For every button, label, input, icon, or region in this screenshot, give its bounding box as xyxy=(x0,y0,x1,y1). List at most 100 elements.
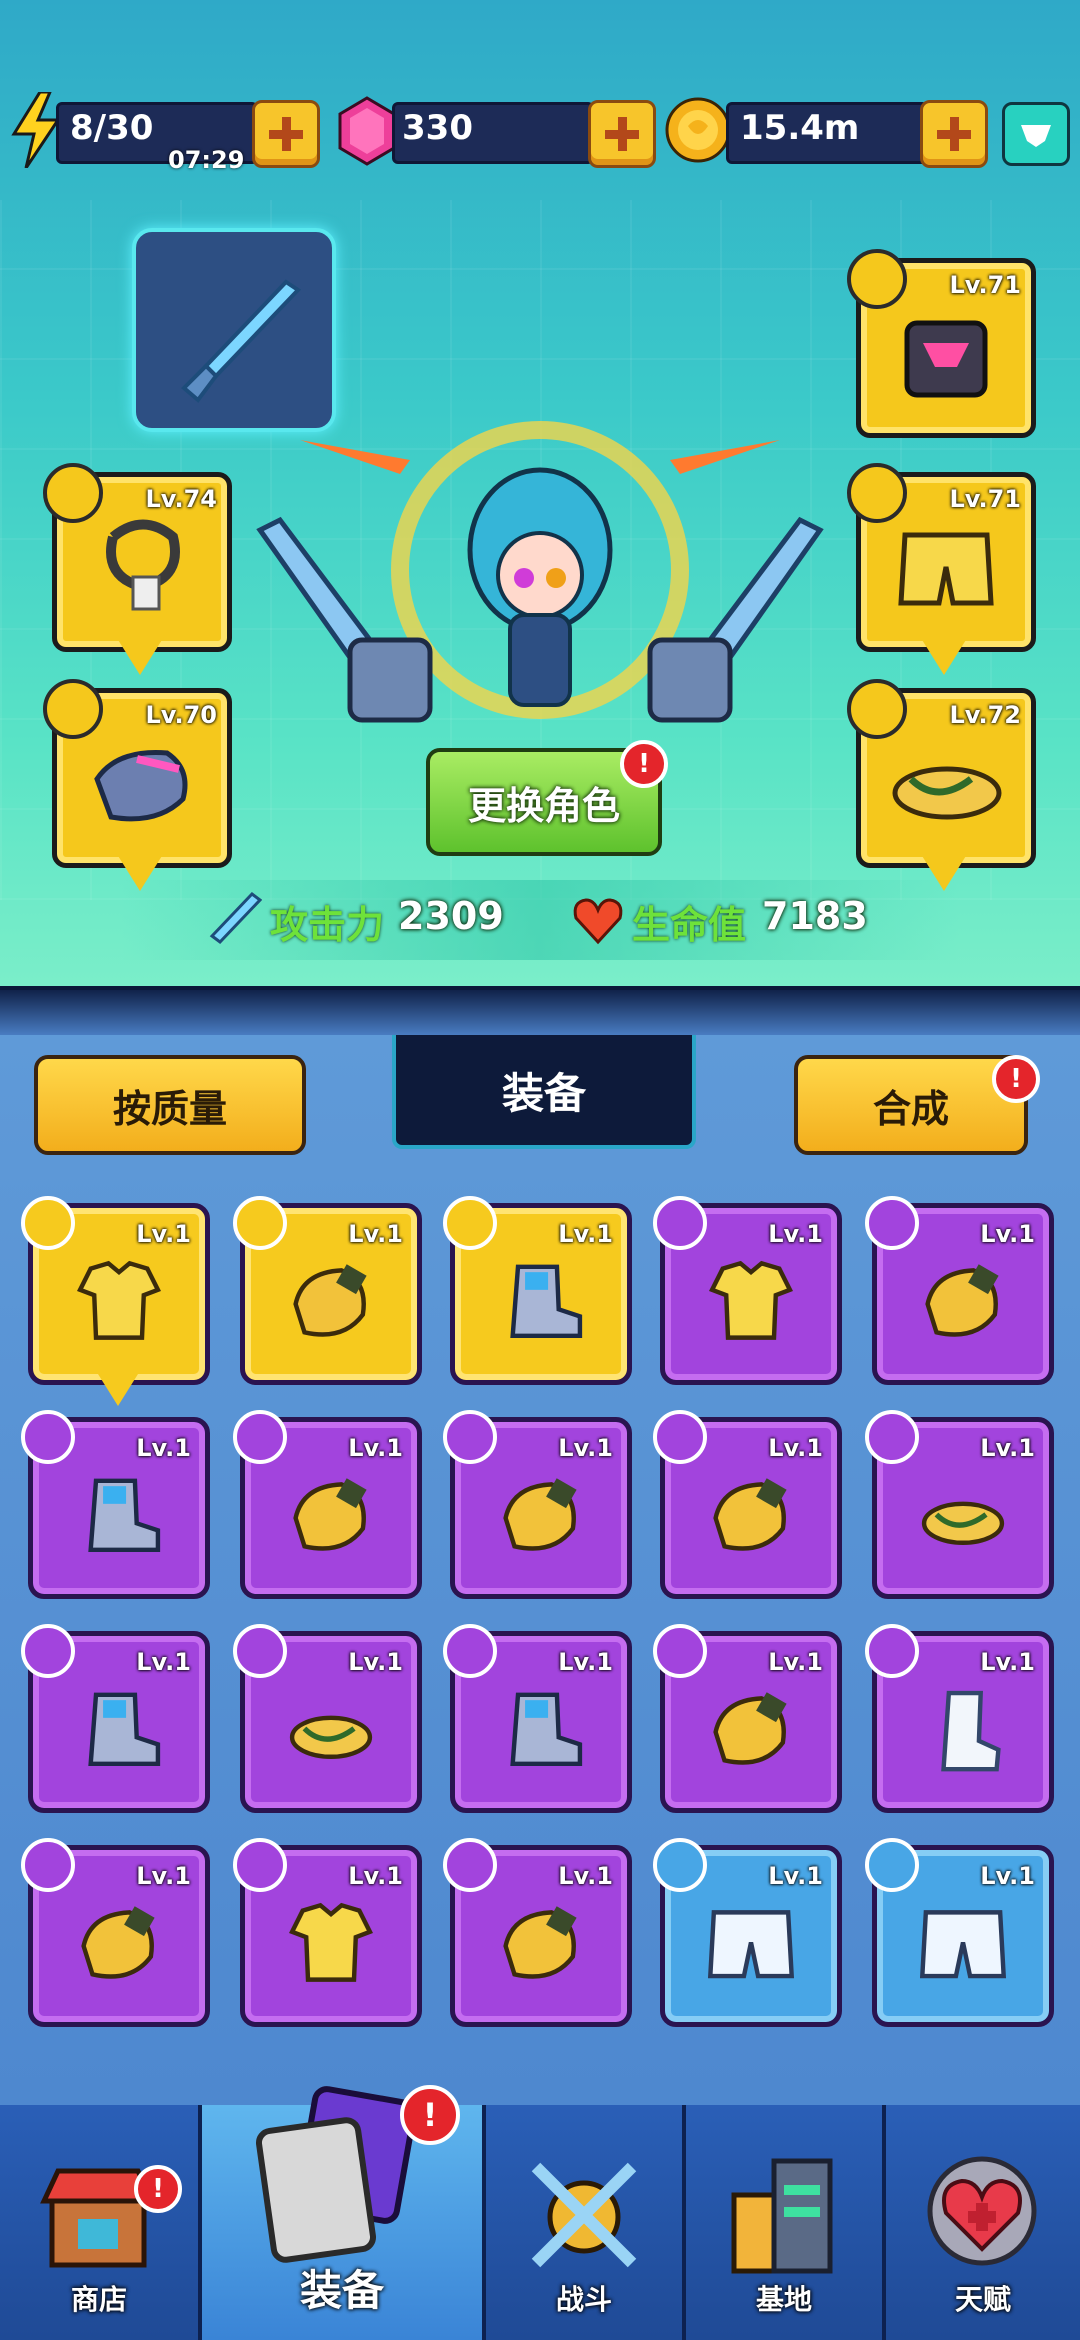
attack-value: 2309 xyxy=(398,894,504,938)
equip-slot-necklace[interactable]: Lv.74 xyxy=(43,463,232,675)
nav-battle[interactable]: 战斗 xyxy=(486,2105,686,2340)
energy-timer: 07:29 xyxy=(168,146,245,174)
equipment-card[interactable]: Lv.1 xyxy=(653,1410,842,1599)
item-level: Lv.1 xyxy=(768,1648,823,1676)
upgrade-arrow-icon xyxy=(919,635,969,675)
energy-value: 8/30 xyxy=(70,108,154,148)
coin-icon xyxy=(664,96,732,164)
item-type-icon xyxy=(653,1196,707,1250)
boot-icon xyxy=(88,1478,161,1553)
shirt-icon xyxy=(709,1260,793,1340)
glove-icon xyxy=(293,1264,367,1337)
notification-badge: ! xyxy=(400,2085,460,2145)
hp-label: 生命值 xyxy=(632,903,747,947)
equip-slot-shorts[interactable]: Lv.71 xyxy=(847,463,1036,675)
equipment-card[interactable]: Lv.1 xyxy=(443,1838,632,2027)
gem-icon xyxy=(336,96,398,166)
glove-icon xyxy=(925,1264,999,1337)
equipment-card[interactable]: Lv.1 xyxy=(443,1410,632,1599)
sandal-icon xyxy=(289,1715,373,1759)
item-type-icon xyxy=(443,1838,497,1892)
shirt-type-icon xyxy=(847,249,907,309)
talent-heart-icon xyxy=(927,2156,1037,2266)
equipment-card[interactable]: Lv.1 xyxy=(653,1196,842,1385)
item-level: Lv.1 xyxy=(348,1220,403,1248)
slot-level: Lv.70 xyxy=(145,701,218,729)
character-illustration[interactable] xyxy=(240,400,840,760)
slot-level: Lv.71 xyxy=(949,271,1022,299)
shorts-icon xyxy=(707,1910,795,1979)
equipment-card[interactable]: Lv.1 xyxy=(865,1624,1054,1813)
item-type-icon xyxy=(653,1838,707,1892)
equipment-card[interactable]: Lv.1 xyxy=(21,1624,210,1813)
item-type-icon xyxy=(233,1838,287,1892)
equipment-card[interactable]: Lv.1 xyxy=(443,1624,632,1813)
coin-value: 15.4m xyxy=(740,108,860,148)
item-level: Lv.1 xyxy=(136,1862,191,1890)
item-level: Lv.1 xyxy=(348,1648,403,1676)
section-divider xyxy=(0,986,1080,1040)
equip-slot-shoes[interactable]: Lv.72 xyxy=(847,679,1036,891)
item-type-icon xyxy=(865,1410,919,1464)
nav-shop[interactable]: ! 商店 xyxy=(0,2105,202,2340)
bottom-nav: ! 商店 ! 装备 战斗 基地 天赋 xyxy=(0,2085,1080,2340)
equipment-card[interactable]: Lv.1 xyxy=(865,1838,1054,2027)
glove-type-icon xyxy=(43,679,103,739)
item-type-icon xyxy=(865,1624,919,1678)
slot-level: Lv.72 xyxy=(949,701,1022,729)
item-type-icon xyxy=(21,1196,75,1250)
nav-battle-label: 战斗 xyxy=(555,2283,612,2316)
item-type-icon xyxy=(233,1410,287,1464)
equipment-card[interactable]: Lv.1 xyxy=(21,1196,210,1406)
item-level: Lv.1 xyxy=(558,1434,613,1462)
equipment-grid: Lv.1 Lv.1 Lv.1 Lv.1 Lv.1 Lv.1 Lv.1 Lv.1 Lv.1 Lv.1… xyxy=(0,1035,1080,2110)
equipment-card[interactable]: Lv.1 xyxy=(865,1196,1054,1385)
equip-slot-glove[interactable]: Lv.70 xyxy=(43,679,232,891)
item-level: Lv.1 xyxy=(348,1434,403,1462)
equipment-card[interactable]: Lv.1 xyxy=(233,1624,422,1813)
item-type-icon xyxy=(653,1410,707,1464)
item-type-icon xyxy=(443,1624,497,1678)
shield-menu-button[interactable] xyxy=(1002,102,1070,166)
add-energy-button[interactable] xyxy=(252,100,320,168)
gem-value: 330 xyxy=(402,108,473,148)
glove-icon xyxy=(503,1906,577,1979)
item-type-icon xyxy=(21,1410,75,1464)
nav-talent[interactable]: 天赋 xyxy=(886,2105,1080,2340)
equipment-card[interactable]: Lv.1 xyxy=(233,1838,422,2027)
item-type-icon xyxy=(21,1838,75,1892)
item-type-icon xyxy=(233,1196,287,1250)
equipment-card[interactable]: Lv.1 xyxy=(443,1196,632,1385)
nav-base[interactable]: 基地 xyxy=(686,2105,886,2340)
item-type-icon xyxy=(443,1196,497,1250)
equipment-card[interactable]: Lv.1 xyxy=(653,1624,842,1813)
slot-level: Lv.74 xyxy=(145,485,218,513)
equipment-card[interactable]: Lv.1 xyxy=(865,1410,1054,1599)
heart-icon xyxy=(573,898,623,945)
item-level: Lv.1 xyxy=(980,1434,1035,1462)
equipment-card[interactable]: Lv.1 xyxy=(21,1838,210,2027)
glove-icon xyxy=(293,1478,367,1551)
item-level: Lv.1 xyxy=(558,1862,613,1890)
equipment-card[interactable]: Lv.1 xyxy=(233,1410,422,1599)
inventory-panel: 按质量 装备 合成 ! Lv.1 Lv.1 Lv.1 Lv.1 Lv.1 Lv.1 Lv.1… xyxy=(0,1035,1080,2110)
glove-icon xyxy=(81,1906,155,1979)
add-coins-button[interactable] xyxy=(920,100,988,168)
sandal-icon xyxy=(921,1501,1005,1545)
item-level: Lv.1 xyxy=(768,1220,823,1248)
item-level: Lv.1 xyxy=(136,1648,191,1676)
add-gems-button[interactable] xyxy=(588,100,656,168)
equipment-card[interactable]: Lv.1 xyxy=(233,1196,422,1385)
necklace-type-icon xyxy=(43,463,103,523)
item-level: Lv.1 xyxy=(136,1434,191,1462)
nav-talent-label: 天赋 xyxy=(954,2283,1011,2316)
nav-equipment[interactable]: ! 装备 xyxy=(202,2085,486,2340)
base-icon xyxy=(731,2158,833,2274)
battle-icon xyxy=(531,2162,637,2268)
equipment-card[interactable]: Lv.1 xyxy=(653,1838,842,2027)
shorts-type-icon xyxy=(847,463,907,523)
shirt-icon xyxy=(77,1260,161,1340)
notification-badge: ! xyxy=(620,740,668,788)
equipment-card[interactable]: Lv.1 xyxy=(21,1410,210,1599)
equip-slot-chest[interactable]: Lv.71 xyxy=(847,249,1036,438)
